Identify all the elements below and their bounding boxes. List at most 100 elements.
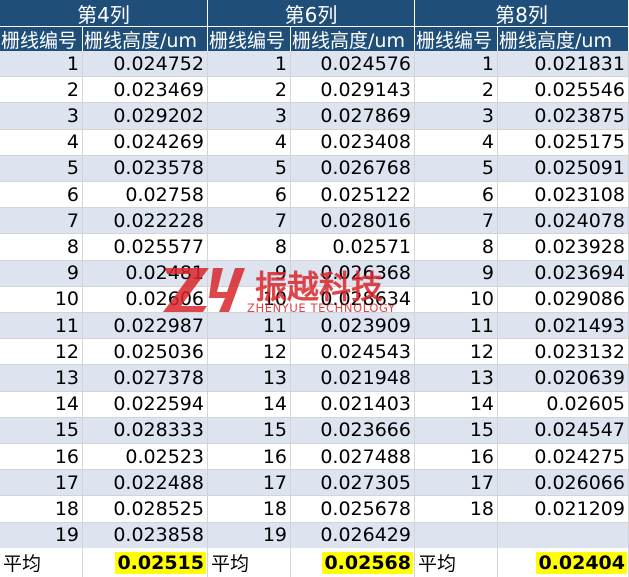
- line-height-cell[interactable]: 0.027378: [83, 365, 208, 392]
- line-height-cell[interactable]: 0.025036: [83, 339, 208, 366]
- line-id-cell[interactable]: 2: [208, 77, 291, 104]
- line-height-cell[interactable]: 0.028525: [83, 496, 208, 523]
- line-id-cell[interactable]: 16: [0, 444, 83, 471]
- line-id-cell[interactable]: 1: [415, 51, 498, 78]
- average-cell[interactable]: 0.02404: [498, 548, 629, 577]
- line-height-cell[interactable]: 0.025175: [498, 129, 629, 156]
- line-height-cell[interactable]: 0.029202: [83, 103, 208, 130]
- col-header-height[interactable]: 栅线高度/um: [83, 27, 208, 51]
- line-height-cell[interactable]: 0.029143: [291, 77, 415, 104]
- line-id-cell[interactable]: 12: [415, 339, 498, 366]
- line-height-cell[interactable]: 0.024078: [498, 208, 629, 235]
- line-id-cell[interactable]: 3: [208, 103, 291, 130]
- line-height-cell[interactable]: 0.021209: [498, 496, 629, 523]
- average-cell[interactable]: 0.02515: [83, 548, 208, 577]
- average-label[interactable]: 平均: [208, 548, 291, 577]
- line-id-cell[interactable]: 1: [0, 51, 83, 78]
- col-header-id[interactable]: 栅线编号: [0, 27, 83, 51]
- line-height-cell[interactable]: 0.023858: [83, 522, 208, 549]
- line-id-cell[interactable]: 4: [208, 129, 291, 156]
- line-id-cell[interactable]: 16: [208, 444, 291, 471]
- line-id-cell[interactable]: 11: [208, 313, 291, 340]
- line-height-cell[interactable]: 0.021948: [291, 365, 415, 392]
- line-height-cell[interactable]: 0.026768: [291, 155, 415, 182]
- col-header-height[interactable]: 栅线高度/um: [291, 27, 415, 51]
- line-height-cell[interactable]: 0.023132: [498, 339, 629, 366]
- line-height-cell[interactable]: 0.023408: [291, 129, 415, 156]
- line-id-cell[interactable]: [415, 522, 498, 549]
- line-id-cell[interactable]: 14: [208, 391, 291, 418]
- group-title-col8[interactable]: 第8列: [415, 0, 629, 27]
- line-height-cell[interactable]: 0.022987: [83, 313, 208, 340]
- line-height-cell[interactable]: 0.025678: [291, 496, 415, 523]
- line-id-cell[interactable]: 2: [0, 77, 83, 104]
- line-id-cell[interactable]: 8: [0, 234, 83, 261]
- col-header-height[interactable]: 栅线高度/um: [498, 27, 629, 51]
- line-height-cell[interactable]: 0.023108: [498, 182, 629, 209]
- line-id-cell[interactable]: 18: [415, 496, 498, 523]
- line-height-cell[interactable]: 0.026066: [498, 470, 629, 497]
- col-header-id[interactable]: 栅线编号: [415, 27, 498, 51]
- line-height-cell[interactable]: 0.021831: [498, 51, 629, 78]
- line-height-cell[interactable]: 0.028016: [291, 208, 415, 235]
- line-height-cell[interactable]: 0.027488: [291, 444, 415, 471]
- line-id-cell[interactable]: 5: [415, 155, 498, 182]
- line-id-cell[interactable]: 17: [415, 470, 498, 497]
- line-height-cell[interactable]: 0.027869: [291, 103, 415, 130]
- line-height-cell[interactable]: 0.022488: [83, 470, 208, 497]
- line-height-cell[interactable]: 0.026368: [291, 260, 415, 287]
- line-height-cell[interactable]: 0.024547: [498, 417, 629, 444]
- line-id-cell[interactable]: 13: [208, 365, 291, 392]
- col-header-id[interactable]: 栅线编号: [208, 27, 291, 51]
- line-height-cell[interactable]: 0.023909: [291, 313, 415, 340]
- line-id-cell[interactable]: 15: [415, 417, 498, 444]
- line-height-cell[interactable]: 0.025546: [498, 77, 629, 104]
- line-id-cell[interactable]: 19: [208, 522, 291, 549]
- line-height-cell[interactable]: 0.022228: [83, 208, 208, 235]
- line-height-cell[interactable]: 0.023578: [83, 155, 208, 182]
- line-id-cell[interactable]: 6: [0, 182, 83, 209]
- line-id-cell[interactable]: 1: [208, 51, 291, 78]
- line-id-cell[interactable]: 18: [208, 496, 291, 523]
- line-id-cell[interactable]: 15: [0, 417, 83, 444]
- line-id-cell[interactable]: 9: [208, 260, 291, 287]
- line-id-cell[interactable]: 10: [208, 286, 291, 313]
- line-id-cell[interactable]: 7: [0, 208, 83, 235]
- line-id-cell[interactable]: 12: [208, 339, 291, 366]
- line-id-cell[interactable]: 13: [0, 365, 83, 392]
- line-height-cell[interactable]: 0.027305: [291, 470, 415, 497]
- line-id-cell[interactable]: 10: [415, 286, 498, 313]
- line-height-cell[interactable]: 0.024543: [291, 339, 415, 366]
- line-id-cell[interactable]: 6: [208, 182, 291, 209]
- line-height-cell[interactable]: 0.021403: [291, 391, 415, 418]
- line-height-cell[interactable]: 0.023469: [83, 77, 208, 104]
- line-id-cell[interactable]: 11: [415, 313, 498, 340]
- line-id-cell[interactable]: 8: [415, 234, 498, 261]
- line-height-cell[interactable]: 0.020639: [498, 365, 629, 392]
- line-id-cell[interactable]: 13: [415, 365, 498, 392]
- line-id-cell[interactable]: 19: [0, 522, 83, 549]
- line-id-cell[interactable]: 7: [415, 208, 498, 235]
- group-title-col6[interactable]: 第6列: [208, 0, 415, 27]
- average-label[interactable]: 平均: [0, 548, 83, 577]
- line-height-cell[interactable]: 0.02605: [498, 391, 629, 418]
- line-id-cell[interactable]: 14: [415, 391, 498, 418]
- line-height-cell[interactable]: 0.023694: [498, 260, 629, 287]
- line-height-cell[interactable]: 0.023928: [498, 234, 629, 261]
- line-height-cell[interactable]: 0.024576: [291, 51, 415, 78]
- line-id-cell[interactable]: 17: [0, 470, 83, 497]
- line-height-cell[interactable]: 0.02481: [83, 260, 208, 287]
- line-id-cell[interactable]: 3: [415, 103, 498, 130]
- line-height-cell[interactable]: 0.025577: [83, 234, 208, 261]
- line-id-cell[interactable]: 9: [0, 260, 83, 287]
- line-height-cell[interactable]: 0.024269: [83, 129, 208, 156]
- line-height-cell[interactable]: 0.026429: [291, 522, 415, 549]
- line-id-cell[interactable]: 6: [415, 182, 498, 209]
- line-id-cell[interactable]: 2: [415, 77, 498, 104]
- line-height-cell[interactable]: 0.023666: [291, 417, 415, 444]
- line-height-cell[interactable]: 0.025091: [498, 155, 629, 182]
- line-height-cell[interactable]: 0.02606: [83, 286, 208, 313]
- line-height-cell[interactable]: 0.025122: [291, 182, 415, 209]
- line-height-cell[interactable]: 0.02523: [83, 444, 208, 471]
- line-id-cell[interactable]: 9: [415, 260, 498, 287]
